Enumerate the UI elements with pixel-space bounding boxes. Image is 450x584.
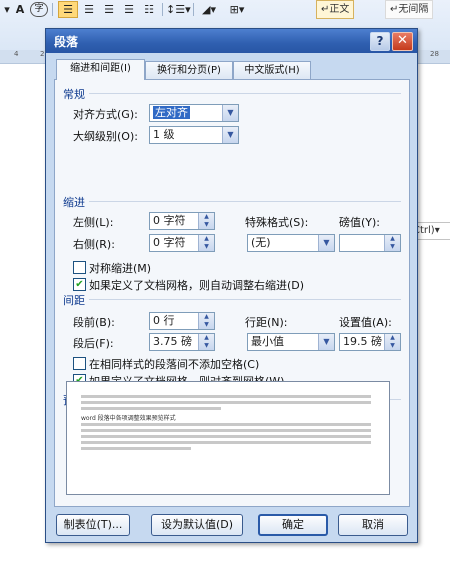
special-format-value: (无) xyxy=(251,236,271,249)
no-space-same-style-checkbox[interactable] xyxy=(73,357,86,370)
line-spacing-icon[interactable]: ↕☰▾ xyxy=(166,1,191,18)
tab-stops-button[interactable]: 制表位(T)... xyxy=(56,514,130,536)
align-left-icon[interactable]: ☰ xyxy=(58,1,78,18)
preview-line xyxy=(81,429,371,432)
indent-right-value: 0 字符 xyxy=(153,236,186,249)
spacing-after-label: 段后(F): xyxy=(73,337,114,350)
close-button[interactable]: ✕ xyxy=(392,32,413,51)
mirror-indents-label: 对称缩进(M) xyxy=(89,262,152,275)
tab-asian-typography[interactable]: 中文版式(H) xyxy=(233,61,311,79)
help-button[interactable]: ? xyxy=(370,32,390,51)
preview-line xyxy=(81,407,221,410)
spacing-after-spinner[interactable]: 3.75 磅 ▲ ▼ xyxy=(149,333,215,351)
ruler-number: 28 xyxy=(430,50,439,58)
chevron-down-icon[interactable]: ▼ xyxy=(318,235,334,251)
divider xyxy=(89,299,401,300)
auto-adjust-indent-label: 如果定义了文档网格，则自动调整右缩进(D) xyxy=(89,279,305,292)
auto-adjust-indent-checkbox[interactable]: ✔ xyxy=(73,278,86,291)
character-border-icon[interactable]: A xyxy=(13,1,27,18)
ok-button[interactable]: 确定 xyxy=(258,514,328,536)
style-no-spacing[interactable]: ↵无间隔 xyxy=(385,0,434,19)
shading-icon[interactable]: ◢▾ xyxy=(197,1,221,18)
mirror-indents-checkbox[interactable] xyxy=(73,261,86,274)
indent-left-spinner[interactable]: 0 字符 ▲ ▼ xyxy=(149,212,215,230)
preview-line xyxy=(81,441,371,444)
spinner-arrows-icon[interactable]: ▲ ▼ xyxy=(198,235,214,251)
outline-level-label: 大纲级别(O): xyxy=(73,130,138,143)
dialog-titlebar[interactable]: 段落 ? ✕ xyxy=(46,29,417,53)
spinner-arrows-icon[interactable]: ▲ ▼ xyxy=(198,334,214,350)
spinner-arrows-icon[interactable]: ▲ ▼ xyxy=(198,213,214,229)
alignment-select[interactable]: 左对齐 ▼ xyxy=(149,104,239,122)
dropdown-arrow-icon[interactable]: ▾ xyxy=(2,1,12,18)
align-center-icon[interactable]: ☰ xyxy=(80,1,98,18)
alignment-label: 对齐方式(G): xyxy=(73,108,138,121)
spacing-before-label: 段前(B): xyxy=(73,316,115,329)
spinner-arrows-icon[interactable]: ▲ ▼ xyxy=(198,313,214,329)
indent-right-spinner[interactable]: 0 字符 ▲ ▼ xyxy=(149,234,215,252)
by-spinner[interactable]: ▲ ▼ xyxy=(339,234,401,252)
no-space-same-style-label: 在相同样式的段落间不添加空格(C) xyxy=(89,358,260,371)
tab-line-page-breaks[interactable]: 换行和分页(P) xyxy=(145,61,233,79)
chevron-down-icon[interactable]: ▼ xyxy=(222,127,238,143)
line-spacing-select[interactable]: 最小值 ▼ xyxy=(247,333,335,351)
alignment-value: 左对齐 xyxy=(153,106,190,119)
preview-sample-text: word 段落中各项调整效果预览样式 xyxy=(81,415,176,422)
preview-line xyxy=(81,423,371,426)
style-normal[interactable]: ↵正文 xyxy=(316,0,355,19)
preview-line xyxy=(81,447,191,450)
spinner-arrows-icon[interactable]: ▲ ▼ xyxy=(384,235,400,251)
at-value: 19.5 磅 xyxy=(343,335,382,348)
enclose-character-icon[interactable]: 字 xyxy=(30,2,48,17)
dialog-title: 段落 xyxy=(54,35,79,49)
align-right-icon[interactable]: ☰ xyxy=(100,1,118,18)
spinner-arrows-icon[interactable]: ▲ ▼ xyxy=(384,334,400,350)
section-heading-spacing: 间距 xyxy=(63,294,85,307)
distributed-icon[interactable]: ☷ xyxy=(140,1,158,18)
special-format-select[interactable]: (无) ▼ xyxy=(247,234,335,252)
borders-icon[interactable]: ⊞▾ xyxy=(225,1,249,18)
indent-left-label: 左侧(L): xyxy=(73,216,114,229)
spacing-after-value: 3.75 磅 xyxy=(153,335,192,348)
preview-line xyxy=(81,435,371,438)
preview-line xyxy=(81,395,371,398)
tab-indents-spacing[interactable]: 缩进和间距(I) xyxy=(56,59,145,80)
indent-left-value: 0 字符 xyxy=(153,214,186,227)
outline-level-select[interactable]: 1 级 ▼ xyxy=(149,126,239,144)
ruler-number: 4 xyxy=(14,50,19,58)
set-default-button[interactable]: 设为默认值(D) xyxy=(151,514,243,536)
chevron-down-icon[interactable]: ▼ xyxy=(222,105,238,121)
cancel-button[interactable]: 取消 xyxy=(338,514,408,536)
spacing-before-spinner[interactable]: 0 行 ▲ ▼ xyxy=(149,312,215,330)
outline-level-value: 1 级 xyxy=(153,128,175,141)
toolbar-separator xyxy=(193,3,194,16)
indent-right-label: 右侧(R): xyxy=(73,238,115,251)
paragraph-dialog: 段落 ? ✕ 缩进和间距(I) 换行和分页(P) 中文版式(H) 常规 对齐方式… xyxy=(45,28,418,543)
line-spacing-value: 最小值 xyxy=(251,335,284,348)
spacing-before-value: 0 行 xyxy=(153,314,175,327)
at-label: 设置值(A): xyxy=(339,316,392,329)
at-spinner[interactable]: 19.5 磅 ▲ ▼ xyxy=(339,333,401,351)
chevron-down-icon[interactable]: ▼ xyxy=(318,334,334,350)
toolbar-separator xyxy=(52,3,53,16)
section-heading-indentation: 缩进 xyxy=(63,196,85,209)
ruler-number: 2 xyxy=(40,50,45,58)
divider xyxy=(89,93,401,94)
line-spacing-label: 行距(N): xyxy=(245,316,288,329)
special-format-label: 特殊格式(S): xyxy=(245,216,309,229)
paragraph-preview: word 段落中各项调整效果预览样式 xyxy=(66,381,390,495)
section-heading-general: 常规 xyxy=(63,88,85,101)
divider xyxy=(89,201,401,202)
toolbar-separator xyxy=(162,3,163,16)
preview-line xyxy=(81,401,371,404)
by-label: 磅值(Y): xyxy=(339,216,381,229)
justify-icon[interactable]: ☰ xyxy=(120,1,138,18)
